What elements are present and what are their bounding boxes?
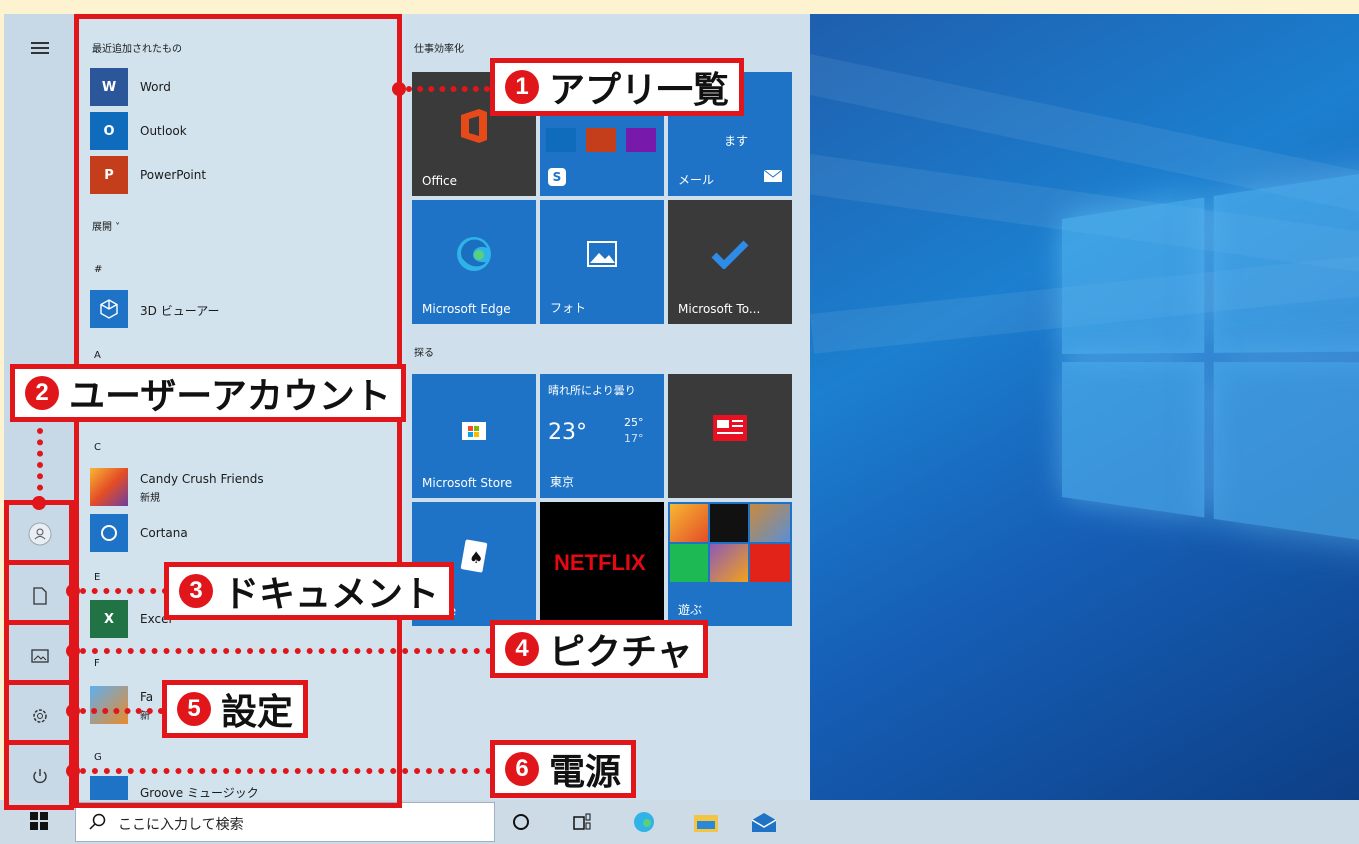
search-icon	[88, 813, 106, 835]
callout-dot	[66, 584, 80, 598]
news-icon	[713, 414, 747, 445]
tile-label: メール	[678, 173, 715, 187]
group-header-explore: 探る	[414, 348, 434, 359]
taskbar-search-box[interactable]: ここに入力して検索	[75, 802, 495, 842]
callout-power: 6 電源	[490, 740, 637, 798]
tile-netflix[interactable]: NETFLIX	[540, 502, 664, 626]
rail-divider	[4, 680, 74, 685]
weather-temp: 23°	[548, 420, 587, 445]
mail-tile-text: ます	[724, 134, 749, 148]
rail-divider	[4, 740, 74, 745]
checkmark-icon	[710, 239, 750, 273]
skype-icon: S	[548, 168, 566, 186]
callout-connector	[80, 768, 492, 774]
tile-todo[interactable]: Microsoft To...	[668, 200, 792, 324]
callout-number: 4	[505, 632, 539, 666]
game-icon	[750, 504, 790, 542]
weather-city: 東京	[550, 475, 575, 489]
tile-play-folder[interactable]: 遊ぶ	[668, 502, 792, 626]
windows-start-icon[interactable]	[30, 812, 48, 834]
weather-low: 17°	[624, 432, 644, 445]
tile-photos[interactable]: フォト	[540, 200, 664, 324]
group-header-productivity: 仕事効率化	[414, 44, 464, 55]
callout-dot	[32, 496, 46, 510]
callout-text: 設定	[221, 691, 294, 732]
tile-label: Microsoft Store	[422, 476, 513, 490]
file-explorer-icon[interactable]	[694, 812, 718, 836]
callout-connector	[80, 588, 168, 594]
callout-text: 電源	[549, 751, 622, 792]
weather-high: 25°	[624, 416, 644, 429]
desktop-wallpaper	[810, 14, 1359, 800]
tile-label: Microsoft To...	[678, 302, 761, 316]
candy-crush-icon	[670, 504, 708, 542]
callout-number: 5	[177, 692, 211, 726]
tile-label: 遊ぶ	[678, 603, 703, 617]
callout-connector	[406, 86, 490, 92]
dolby-icon	[710, 504, 748, 542]
onenote-icon	[626, 128, 656, 152]
tile-news[interactable]	[668, 374, 792, 498]
tiles-area: 仕事効率化 Office S ます メール Microsoft Edge フォト…	[406, 14, 810, 800]
callout-pictures: 4 ピクチャ	[490, 620, 708, 678]
callout-number: 3	[179, 574, 213, 608]
callout-app-list: 1 アプリ一覧	[490, 58, 745, 116]
tile-label: フォト	[550, 301, 587, 315]
callout-connector	[37, 428, 43, 502]
callout-text: アプリ一覧	[549, 69, 730, 110]
callout-dot	[66, 644, 80, 658]
tile-weather[interactable]: 晴れ所により曇り 23° 25° 17° 東京	[540, 374, 664, 498]
svg-text:♠: ♠	[469, 548, 483, 567]
search-placeholder: ここに入力して検索	[118, 817, 244, 833]
netflix-logo: NETFLIX	[554, 550, 646, 575]
callout-number: 6	[505, 752, 539, 786]
callout-dot	[392, 82, 406, 96]
photos-icon	[587, 240, 617, 271]
windows-logo-wallpaper	[1062, 163, 1359, 560]
roblox-icon	[750, 544, 790, 582]
edge-icon	[454, 234, 494, 278]
mail-taskbar-icon[interactable]	[751, 812, 777, 836]
callout-connector	[80, 648, 492, 654]
callout-connector	[80, 708, 164, 714]
envelope-icon	[763, 167, 783, 186]
tile-store[interactable]: Microsoft Store	[412, 374, 536, 498]
callout-text: ドキュメント	[223, 573, 440, 614]
tile-label: Office	[422, 174, 458, 188]
cortana-circle-icon[interactable]	[512, 813, 530, 835]
rail-highlight-box	[4, 500, 74, 810]
rail-divider	[4, 560, 74, 565]
powerpoint-icon	[586, 128, 616, 152]
office-icon	[457, 107, 491, 149]
rail-divider	[4, 620, 74, 625]
callout-dot	[66, 764, 80, 778]
task-view-icon[interactable]	[572, 812, 592, 836]
callout-number: 1	[505, 70, 539, 104]
callout-number: 2	[25, 376, 59, 410]
callout-documents: 3 ドキュメント	[164, 562, 455, 620]
callout-text: ピクチャ	[549, 631, 693, 672]
callout-dot	[66, 704, 80, 718]
spotify-icon	[670, 544, 708, 582]
edge-taskbar-icon[interactable]	[632, 810, 656, 838]
tile-label: Microsoft Edge	[422, 302, 511, 316]
onedrive-icon	[546, 128, 576, 152]
store-bag-icon	[460, 414, 488, 446]
candy-friends-icon	[710, 544, 748, 582]
weather-condition: 晴れ所により曇り	[548, 384, 636, 397]
callout-settings: 5 設定	[162, 680, 309, 738]
callout-text: ユーザーアカウント	[69, 375, 391, 416]
hamburger-menu-icon[interactable]	[28, 36, 52, 60]
playing-card-icon: ♠	[459, 539, 489, 577]
callout-user-account: 2 ユーザーアカウント	[10, 364, 406, 422]
tile-edge[interactable]: Microsoft Edge	[412, 200, 536, 324]
